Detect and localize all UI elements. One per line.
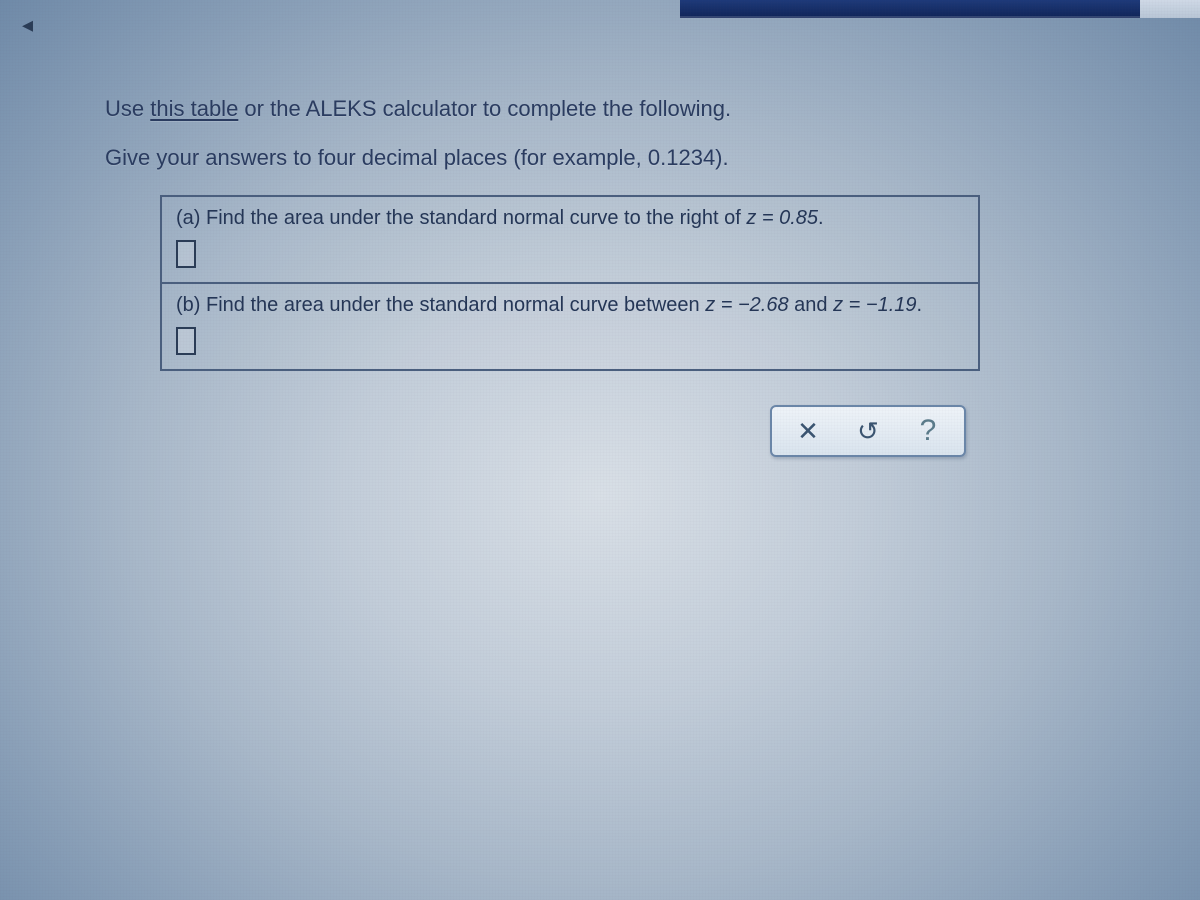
question-b-text: Find the area under the standard normal … — [200, 294, 705, 316]
back-arrow-icon[interactable]: ◂ — [22, 12, 33, 38]
question-a: (a) Find the area under the standard nor… — [162, 197, 978, 282]
question-b-post: . — [917, 294, 923, 316]
question-b-mid: and — [789, 294, 833, 316]
reset-icon: ↺ — [857, 416, 879, 447]
question-a-text: Find the area under the standard normal … — [200, 207, 746, 229]
question-b-z1: z = −2.68 — [705, 294, 788, 316]
help-button[interactable]: ? — [898, 411, 958, 451]
instructions-pre: Use — [105, 96, 150, 121]
question-a-post: . — [818, 207, 824, 229]
question-b: (b) Find the area under the standard nor… — [162, 282, 978, 369]
question-a-label: (a) — [176, 207, 200, 229]
answer-input-b[interactable] — [176, 327, 196, 355]
instructions-line-2: Give your answers to four decimal places… — [105, 144, 1025, 173]
answer-controls: ✕ ↺ ? — [770, 405, 966, 457]
question-box: (a) Find the area under the standard nor… — [160, 195, 980, 371]
help-icon: ? — [920, 414, 937, 448]
instructions: Use this table or the ALEKS calculator t… — [105, 95, 1025, 192]
question-b-z2: z = −1.19 — [833, 294, 916, 316]
answer-input-a[interactable] — [176, 240, 196, 268]
reset-button[interactable]: ↺ — [838, 411, 898, 451]
clear-icon: ✕ — [797, 416, 819, 447]
window-titlebar-accent — [680, 0, 1140, 18]
clear-button[interactable]: ✕ — [778, 411, 838, 451]
question-b-label: (b) — [176, 294, 200, 316]
window-titlebar-cap — [1140, 0, 1200, 18]
question-a-z: z = 0.85 — [746, 207, 818, 229]
instructions-post: or the ALEKS calculator to complete the … — [238, 96, 731, 121]
this-table-link[interactable]: this table — [150, 96, 238, 121]
instructions-line-1: Use this table or the ALEKS calculator t… — [105, 95, 1025, 124]
